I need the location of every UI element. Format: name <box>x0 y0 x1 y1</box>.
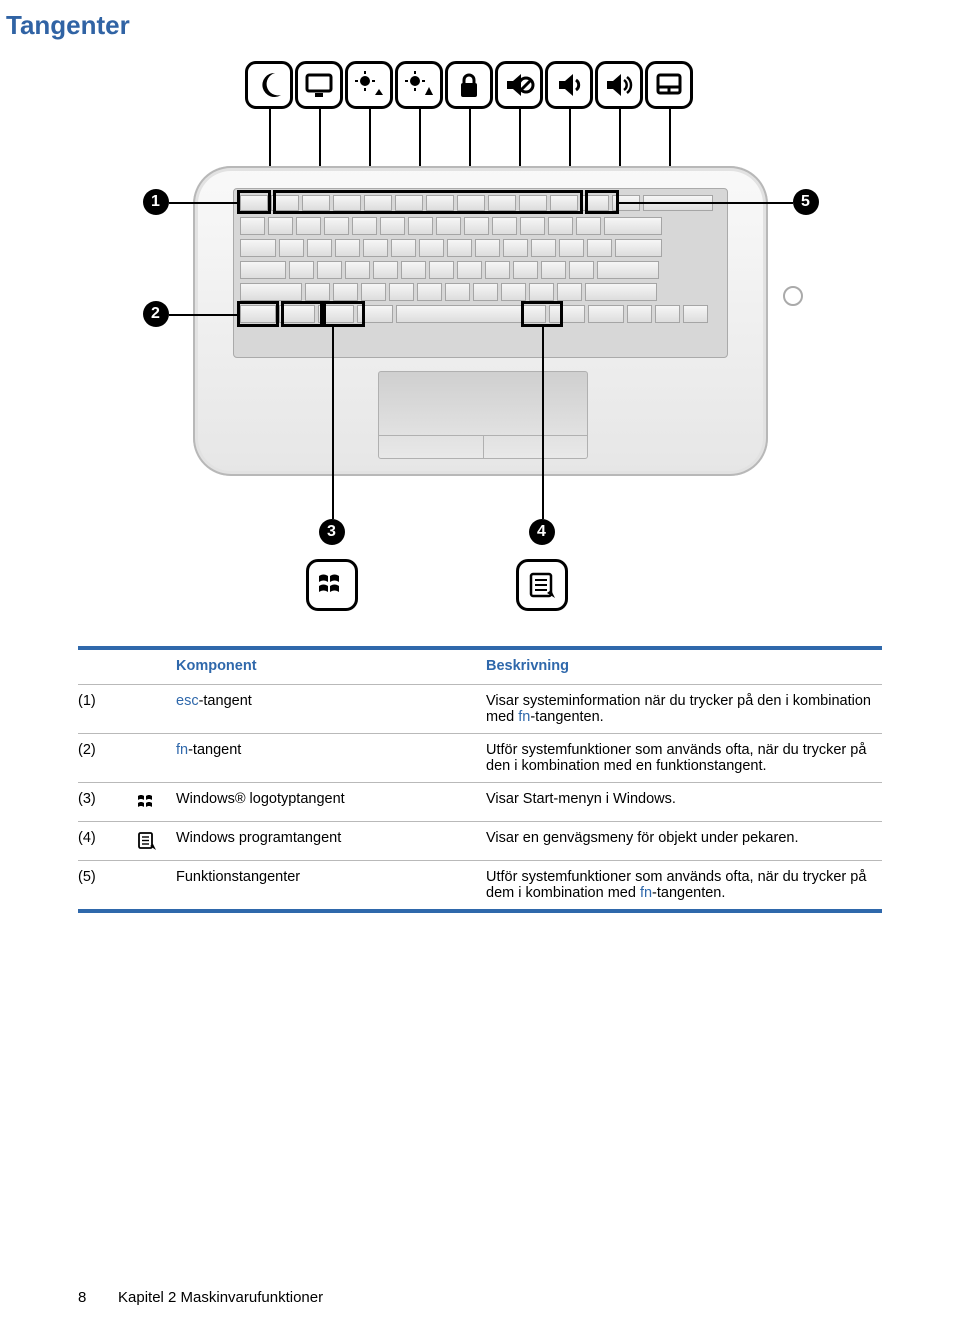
menu-key-icon <box>136 830 176 852</box>
function-icons-bar <box>245 61 695 115</box>
callout-1: 1 <box>143 189 169 215</box>
page-title: Tangenter <box>6 0 882 41</box>
windows-logo-icon <box>136 791 176 813</box>
volume-down-icon <box>545 61 593 109</box>
table-header-component: Komponent <box>176 658 486 674</box>
touchpad-icon <box>645 61 693 109</box>
callout-5: 5 <box>793 189 819 215</box>
sleep-icon <box>245 61 293 109</box>
display-switch-icon <box>295 61 343 109</box>
table-row: (2) fn-tangent Utför systemfunktioner so… <box>78 734 882 783</box>
volume-up-icon <box>595 61 643 109</box>
table-row: (3) Windows® logotyptangent Visar Start-… <box>78 783 882 822</box>
menu-key-icon <box>516 559 568 611</box>
laptop-body <box>193 166 768 476</box>
mute-icon <box>495 61 543 109</box>
table-row: (1) esc-tangent Visar systeminformation … <box>78 685 882 734</box>
brightness-down-icon <box>345 61 393 109</box>
keyboard-illustration: 1 2 5 3 4 <box>123 61 838 616</box>
lock-icon <box>445 61 493 109</box>
keyboard <box>233 188 728 358</box>
component-table: Komponent Beskrivning (1) esc-tangent Vi… <box>78 646 882 913</box>
table-header-description: Beskrivning <box>486 658 882 674</box>
callout-3: 3 <box>319 519 345 545</box>
callout-2: 2 <box>143 301 169 327</box>
table-row: (5) Funktionstangenter Utför systemfunkt… <box>78 861 882 909</box>
windows-logo-icon <box>306 559 358 611</box>
table-row: (4) Windows programtangent Visar en genv… <box>78 822 882 861</box>
touchpad <box>378 371 588 459</box>
callout-4: 4 <box>529 519 555 545</box>
page-footer: 8Kapitel 2 Maskinvarufunktioner <box>78 1289 323 1306</box>
brightness-up-icon <box>395 61 443 109</box>
